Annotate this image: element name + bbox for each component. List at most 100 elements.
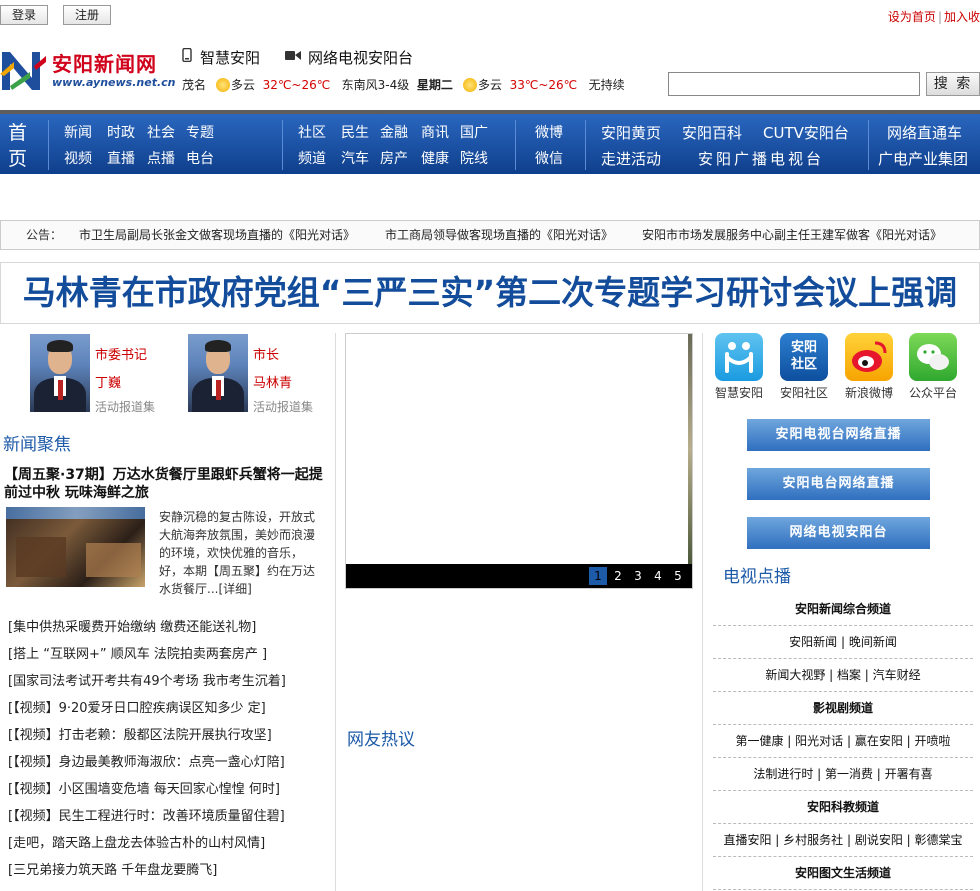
nav-item[interactable]: 视频 [64,148,92,168]
nav-item[interactable]: 频道 [298,148,326,168]
logo-title: 安阳新闻网 [52,52,157,76]
app-label: 新浪微博 [844,386,893,400]
nav-item[interactable]: 专题 [186,122,214,142]
nav-item[interactable]: 微博 [535,122,563,142]
slide-page-button[interactable]: 2 [609,567,627,585]
set-home-link[interactable]: 设为首页 [888,10,936,24]
nav-item[interactable]: 房产 [380,148,408,168]
search-button[interactable]: 搜 索 [926,72,980,96]
nav-item[interactable]: 社会 [147,122,175,142]
leader-title[interactable]: 市长 [253,344,279,363]
nav-item[interactable]: 直播 [107,148,135,168]
nav-home[interactable]: 首页 [8,120,32,172]
nav-item[interactable]: 时政 [107,122,135,142]
weather-condition: 多云 [477,78,502,92]
site-logo[interactable]: 安阳新闻网 www.aynews.net.cn [0,44,175,94]
feature-title[interactable]: 【周五聚·37期】万达水货餐厅里跟虾兵蟹将一起提前过中秋 玩味海鲜之旅 [4,466,324,502]
news-list: [集中供热采暖费开始缴纳 缴费还能送礼物] [搭上 “互联网+” 顺风车 法院拍卖… [8,619,330,889]
smart-anyang-link[interactable]: 智慧安阳 [200,47,260,68]
slide-page-button[interactable]: 1 [589,567,607,585]
news-list-item[interactable]: [搭上 “互联网+” 顺风车 法院拍卖两套房产 ] [8,646,330,673]
nav-item[interactable]: 电台 [186,148,214,168]
tv-program-links[interactable]: 第一健康 | 阳光对话 | 赢在安阳 | 开喷啦 [713,725,973,758]
nav-item[interactable]: CUTV安阳台 [763,122,849,143]
nav-item[interactable]: 金融 [380,122,408,142]
nav-item[interactable]: 国广 [460,122,488,142]
leader-title[interactable]: 市委书记 [95,344,147,363]
slideshow[interactable]: 12345 [345,333,693,589]
weather-temp: 33℃~26℃ [509,78,578,92]
tv-program-links[interactable]: 新闻大视野 | 档案 | 汽车财经 [713,659,973,692]
app-label: 智慧安阳 [714,386,763,400]
nav-item[interactable]: 社区 [298,122,326,142]
app-label: 公众平台 [908,386,957,400]
leader-name[interactable]: 马林青 [253,372,292,391]
tv-channel-heading: 安阳科教频道 [713,791,973,824]
smart-anyang-icon[interactable] [715,333,763,381]
nav-item[interactable]: 院线 [460,148,488,168]
slide-page-button[interactable]: 5 [669,567,687,585]
wechat-icon[interactable] [909,333,957,381]
news-list-item[interactable]: [三兄弟接力筑天路 千年盘龙要腾飞] [8,862,330,889]
nav-item[interactable]: 安阳黄页 [601,122,661,143]
network-tv-link[interactable]: 网络电视安阳台 [308,47,413,68]
separator: | [937,10,942,24]
nav-item[interactable]: 广电产业集团 [878,148,968,169]
leader-report-link[interactable]: 活动报道集 [95,398,155,415]
news-list-item[interactable]: [【视频】打击老赖：殷都区法院开展执行攻坚] [8,727,330,754]
weather-wind: 无持续 [588,78,625,92]
nav-item[interactable]: 健康 [421,148,449,168]
tv-live-button[interactable]: 安阳电视台网络直播 [747,419,930,451]
tv-channel-heading: 影视剧频道 [713,692,973,725]
nav-item[interactable]: 安阳广播电视台 [698,148,824,169]
news-list-item[interactable]: [【视频】9·20爱牙日口腔疾病误区知多少 定] [8,700,330,727]
news-list-item[interactable]: [集中供热采暖费开始缴纳 缴费还能送礼物] [8,619,330,646]
slide-page-button[interactable]: 3 [629,567,647,585]
tv-program-links[interactable]: 法制进行时 | 第一消费 | 开署有喜 [713,758,973,791]
tv-program-links[interactable]: 直播安阳 | 乡村服务社 | 剧说安阳 | 彰德棠宝 [713,824,973,857]
network-tv-button[interactable]: 网络电视安阳台 [747,517,930,549]
radio-live-button[interactable]: 安阳电台网络直播 [747,468,930,500]
notice-item[interactable]: 市卫生局副局长张金文做客现场直播的《阳光对话》 [79,221,355,249]
news-list-item[interactable]: [【视频】小区围墙变危墙 每天回家心惶惶 何时] [8,781,330,808]
news-list-item[interactable]: [【视频】身边最美教师海淑欣：点亮一盏心灯陪] [8,754,330,781]
register-button[interactable]: 注册 [63,5,111,25]
add-favorite-link[interactable]: 加入收 [944,10,980,24]
leader-portrait[interactable] [188,334,248,412]
weather-city: 茂名 [182,78,207,92]
feature-image[interactable] [6,507,145,587]
leader-portrait[interactable] [30,334,90,412]
notice-item[interactable]: 安阳市市场发展服务中心副主任王建军做客《阳光对话》 [642,221,942,249]
nav-item[interactable]: 民生 [341,122,369,142]
news-list-item[interactable]: [国家司法考试开考共有49个考场 我市考生沉着] [8,673,330,700]
weibo-icon[interactable] [845,333,893,381]
nav-item[interactable]: 网络直通车 [887,122,962,143]
nav-item[interactable]: 走进活动 [601,148,661,169]
nav-item[interactable]: 点播 [147,148,175,168]
netizen-title: 网友热议 [347,730,415,750]
nav-item[interactable]: 微信 [535,148,563,168]
leader-name[interactable]: 丁巍 [95,372,121,391]
leader-report-link[interactable]: 活动报道集 [253,398,313,415]
nav-item[interactable]: 汽车 [341,148,369,168]
news-list-item[interactable]: [走吧，踏天路上盘龙去体验古朴的山村风情] [8,835,330,862]
headline[interactable]: 马林青在市政府党组“三严三实”第二次专题学习研讨会议上强调 [0,262,980,324]
slide-page-button[interactable]: 4 [649,567,667,585]
detail-link[interactable]: [详细] [218,582,251,596]
nav-item[interactable]: 商讯 [421,122,449,142]
column-divider [702,333,703,891]
nav-item[interactable]: 安阳百科 [682,122,742,143]
weather-weekday: 星期二 [416,78,453,92]
slide-image-edge [688,334,692,564]
tv-program-links[interactable]: 安阳新闻 | 晚间新闻 [713,626,973,659]
weather-condition: 多云 [231,78,256,92]
column-divider [335,333,336,891]
anyang-community-icon[interactable]: 安阳 社区 [780,333,828,381]
search-input[interactable] [668,72,920,96]
notice-item[interactable]: 市工商局领导做客现场直播的《阳光对话》 [385,221,613,249]
nav-divider [585,120,586,170]
feature-description: 安静沉稳的复古陈设，开放式大航海奔放氛围，美妙而浪漫的环境，欢快优雅的音乐，好，… [159,508,319,598]
nav-item[interactable]: 新闻 [64,122,92,142]
news-list-item[interactable]: [【视频】民生工程进行时：改善环境质量留住碧] [8,808,330,835]
login-button[interactable]: 登录 [0,5,48,25]
